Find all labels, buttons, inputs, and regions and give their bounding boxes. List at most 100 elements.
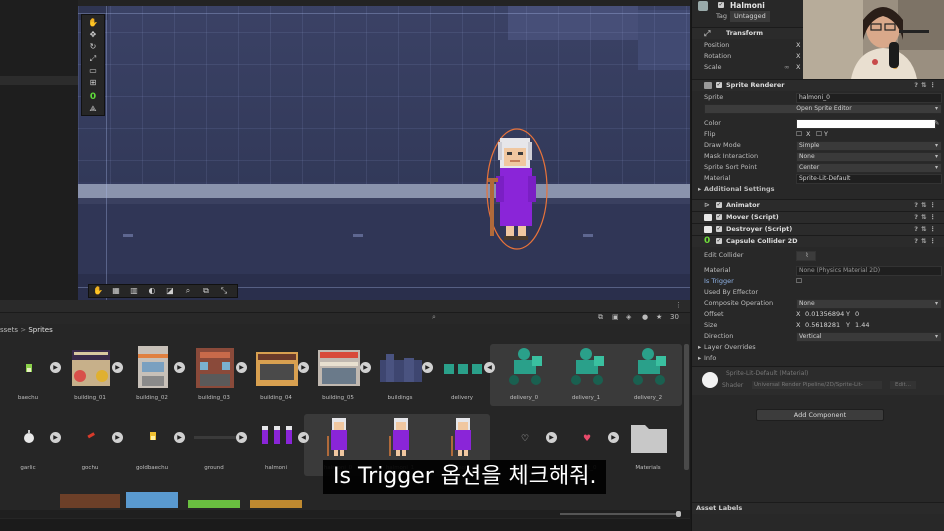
shader-edit-button[interactable]: Edit... bbox=[890, 381, 916, 389]
component-menu-icon[interactable]: ?⇅⋮ bbox=[914, 212, 939, 223]
capsule-collider-header[interactable]: 0 ✓ Capsule Collider 2D ?⇅⋮ bbox=[692, 235, 944, 247]
hierarchy-selected-row[interactable] bbox=[0, 76, 78, 85]
asset-thumbnail-partial[interactable] bbox=[250, 500, 302, 508]
mask-dropdown[interactable]: None bbox=[796, 152, 942, 162]
hand-tool-icon[interactable]: ✋ bbox=[85, 18, 101, 27]
flip-y-checkbox[interactable]: ☐ bbox=[816, 129, 822, 140]
component-menu-icon[interactable]: ?⇅⋮ bbox=[914, 200, 939, 211]
open-sprite-editor-button[interactable]: Open Sprite Editor bbox=[704, 104, 942, 114]
grid-snap-icon[interactable]: ▦ bbox=[110, 286, 122, 296]
asset-labels-header[interactable]: Asset Labels bbox=[692, 502, 944, 514]
rotate-tool-icon[interactable]: ↻ bbox=[85, 42, 101, 51]
is-trigger-label: Is Trigger bbox=[704, 277, 734, 285]
halmoni-sprite[interactable] bbox=[484, 128, 548, 250]
offset-x-field[interactable]: 0.01356894 bbox=[805, 309, 844, 320]
expand-arrow-icon[interactable]: ▶ bbox=[174, 432, 185, 443]
shader-dropdown[interactable]: Universal Render Pipeline/2D/Sprite-Lit- bbox=[752, 381, 882, 389]
slider-track[interactable] bbox=[560, 513, 678, 515]
breadcrumb-root[interactable]: ssets bbox=[0, 326, 18, 334]
component-enabled-checkbox[interactable]: ✓ bbox=[716, 82, 722, 88]
component-enabled-checkbox[interactable]: ✓ bbox=[716, 214, 722, 220]
expand-icon[interactable]: ⤡ bbox=[218, 286, 230, 296]
offset-y-field[interactable]: 0 bbox=[855, 309, 859, 320]
expand-arrow-icon[interactable]: ▶ bbox=[50, 362, 61, 373]
project-zoom-slider[interactable] bbox=[0, 510, 690, 518]
layer-overrides-label: Layer Overrides bbox=[704, 343, 756, 351]
rect-tool-icon[interactable]: ▭ bbox=[85, 66, 101, 75]
material-field[interactable]: Sprite-Lit-Default bbox=[796, 174, 942, 184]
label-icon[interactable]: ◈ bbox=[626, 313, 631, 321]
slider-handle[interactable] bbox=[676, 511, 681, 517]
color-swatch[interactable] bbox=[796, 119, 936, 129]
direction-dropdown[interactable]: Vertical bbox=[796, 332, 942, 342]
expand-arrow-icon[interactable]: ▶ bbox=[422, 362, 433, 373]
info-row[interactable]: ▸ Info bbox=[692, 353, 944, 364]
destroyer-header[interactable]: ✓ Destroyer (Script) ?⇅⋮ bbox=[692, 223, 944, 235]
info-label: Info bbox=[704, 354, 717, 362]
tag-dropdown[interactable]: Untagged bbox=[730, 11, 770, 22]
active-checkbox[interactable]: ✓ bbox=[718, 2, 724, 8]
edit-collider-button[interactable]: ⌇ bbox=[796, 251, 816, 261]
capsule-material-field[interactable]: None (Physics Material 2D) bbox=[796, 266, 942, 276]
filter-icon[interactable]: ⧉ bbox=[598, 313, 603, 322]
component-enabled-checkbox[interactable]: ✓ bbox=[716, 226, 722, 232]
expand-arrow-icon[interactable]: ▶ bbox=[298, 362, 309, 373]
expand-arrow-icon[interactable]: ▶ bbox=[360, 362, 371, 373]
component-menu-icon[interactable]: ?⇅⋮ bbox=[914, 80, 939, 91]
inspector-panel: ✓ Halmoni Tag Untagged ⤢ Transform Posit… bbox=[691, 0, 944, 531]
layer-overrides-row[interactable]: ▸ Layer Overrides bbox=[692, 342, 944, 353]
collapse-arrow-icon[interactable]: ◀ bbox=[484, 362, 495, 373]
asset-thumbnail-partial[interactable] bbox=[126, 492, 178, 508]
expand-arrow-icon[interactable]: ▶ bbox=[236, 362, 247, 373]
sprite-field[interactable]: halmoni_0 bbox=[796, 93, 942, 103]
scale-tool-icon[interactable]: ⤢ bbox=[85, 54, 101, 63]
component-enabled-checkbox[interactable]: ✓ bbox=[716, 202, 722, 208]
expand-arrow-icon[interactable]: ▶ bbox=[546, 432, 557, 443]
expand-arrow-icon[interactable]: ▶ bbox=[50, 432, 61, 443]
grid-icon[interactable]: ▥ bbox=[128, 286, 140, 296]
shading-icon[interactable]: ◐ bbox=[146, 286, 158, 296]
add-component-button[interactable]: Add Component bbox=[756, 409, 884, 421]
component-menu-icon[interactable]: ?⇅⋮ bbox=[914, 224, 939, 235]
animator-header[interactable]: ⊳ ✓ Animator ?⇅⋮ bbox=[692, 199, 944, 211]
type-filter-icon[interactable]: ▣ bbox=[612, 313, 619, 321]
expand-arrow-icon[interactable]: ▶ bbox=[112, 432, 123, 443]
eyedropper-icon[interactable]: ✎ bbox=[934, 118, 939, 129]
breadcrumb-folder[interactable]: Sprites bbox=[28, 326, 52, 334]
custom-tool-icon[interactable]: ⟁ bbox=[85, 104, 101, 113]
hand-icon[interactable]: ✋ bbox=[92, 286, 104, 296]
size-x-field[interactable]: 0.5618281 bbox=[805, 320, 840, 331]
expand-arrow-icon[interactable]: ▶ bbox=[608, 432, 619, 443]
composite-dropdown[interactable]: None bbox=[796, 299, 942, 309]
expand-arrow-icon[interactable]: ▶ bbox=[174, 362, 185, 373]
expand-arrow-icon[interactable]: ▶ bbox=[112, 362, 123, 373]
more-options-icon[interactable]: ⋮ bbox=[675, 301, 682, 309]
flip-x-checkbox[interactable]: ☐ bbox=[796, 129, 802, 140]
sprite-renderer-header[interactable]: ✓ Sprite Renderer ?⇅⋮ bbox=[692, 79, 944, 91]
component-menu-icon[interactable]: ?⇅⋮ bbox=[914, 236, 939, 247]
size-y-field[interactable]: 1.44 bbox=[855, 320, 869, 331]
sort-point-dropdown[interactable]: Center bbox=[796, 163, 942, 173]
mover-header[interactable]: ✓ Mover (Script) ?⇅⋮ bbox=[692, 211, 944, 223]
favorite-icon[interactable]: ★ bbox=[656, 313, 662, 321]
transform-tool-icon[interactable]: ⊞ bbox=[85, 78, 101, 87]
expand-arrow-icon[interactable]: ▶ bbox=[236, 432, 247, 443]
component-enabled-checkbox[interactable]: ✓ bbox=[716, 238, 722, 244]
search-icon[interactable]: ⌕ bbox=[182, 286, 194, 296]
is-trigger-checkbox[interactable]: ☐ bbox=[796, 276, 802, 287]
asset-thumbnail-partial[interactable] bbox=[60, 494, 120, 508]
collapse-arrow-icon[interactable]: ◀ bbox=[298, 432, 309, 443]
asset-thumbnail-partial[interactable] bbox=[188, 500, 240, 508]
object-name[interactable]: Halmoni bbox=[730, 0, 765, 11]
visibility-icon[interactable]: ● bbox=[642, 313, 648, 321]
scene-view[interactable] bbox=[78, 0, 690, 300]
link-icon[interactable]: ∞ bbox=[784, 62, 789, 73]
draw-mode-dropdown[interactable]: Simple bbox=[796, 141, 942, 151]
frame-icon[interactable]: ⧉ bbox=[200, 286, 212, 296]
project-scrollbar[interactable] bbox=[684, 344, 689, 470]
search-icon[interactable]: ⌕ bbox=[432, 313, 436, 322]
gizmo-icon[interactable]: ◪ bbox=[164, 286, 176, 296]
svg-text:♡: ♡ bbox=[521, 434, 529, 444]
additional-settings-row[interactable]: ▸ Additional Settings bbox=[692, 184, 944, 195]
move-tool-icon[interactable]: ✥ bbox=[85, 30, 101, 39]
